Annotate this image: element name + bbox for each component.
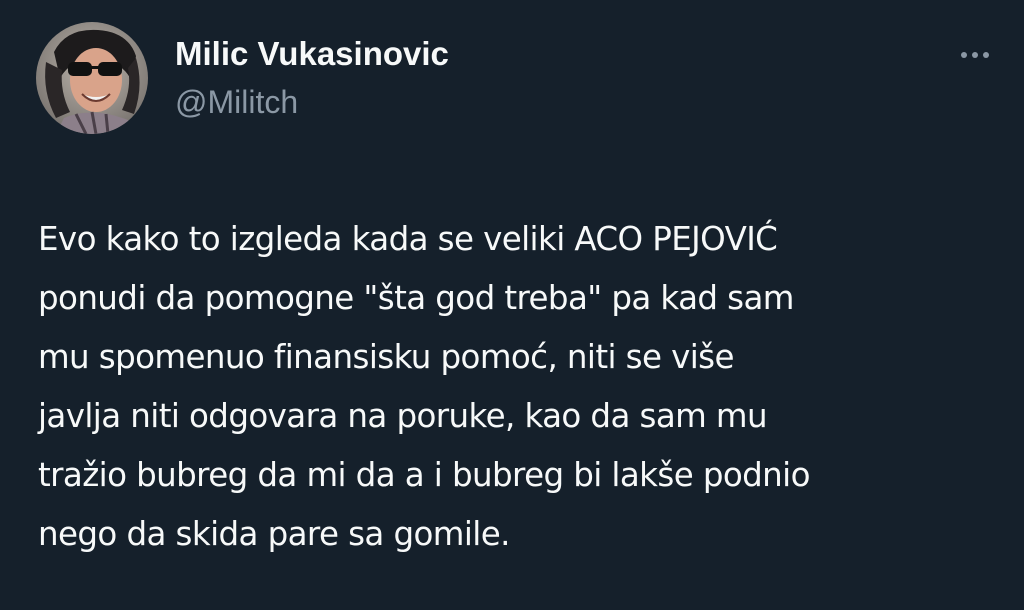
more-horizontal-icon (961, 52, 989, 58)
tweet-text-line: mu spomenuo finansisku pomoć, niti se vi… (38, 338, 735, 376)
more-options-button[interactable] (950, 30, 1000, 80)
profile-photo-icon (36, 22, 148, 134)
tweet-text: Evo kako to izgleda kada se veliki ACO P… (38, 210, 998, 564)
avatar[interactable] (36, 22, 148, 134)
tweet-text-line: ponudi da pomogne "šta god treba" pa kad… (38, 279, 794, 317)
author-handle[interactable]: @Militch (175, 82, 298, 122)
tweet-card: Milic Vukasinovic @Militch Evo kako to i… (0, 0, 1024, 610)
author-display-name[interactable]: Milic Vukasinovic (175, 34, 449, 74)
tweet-text-line: tražio bubreg da mi da a i bubreg bi lak… (38, 456, 811, 494)
tweet-text-line: nego da skida pare sa gomile. (38, 515, 510, 553)
tweet-text-line: Evo kako to izgleda kada se veliki ACO P… (38, 220, 778, 258)
tweet-text-line: javlja niti odgovara na poruke, kao da s… (38, 397, 768, 435)
